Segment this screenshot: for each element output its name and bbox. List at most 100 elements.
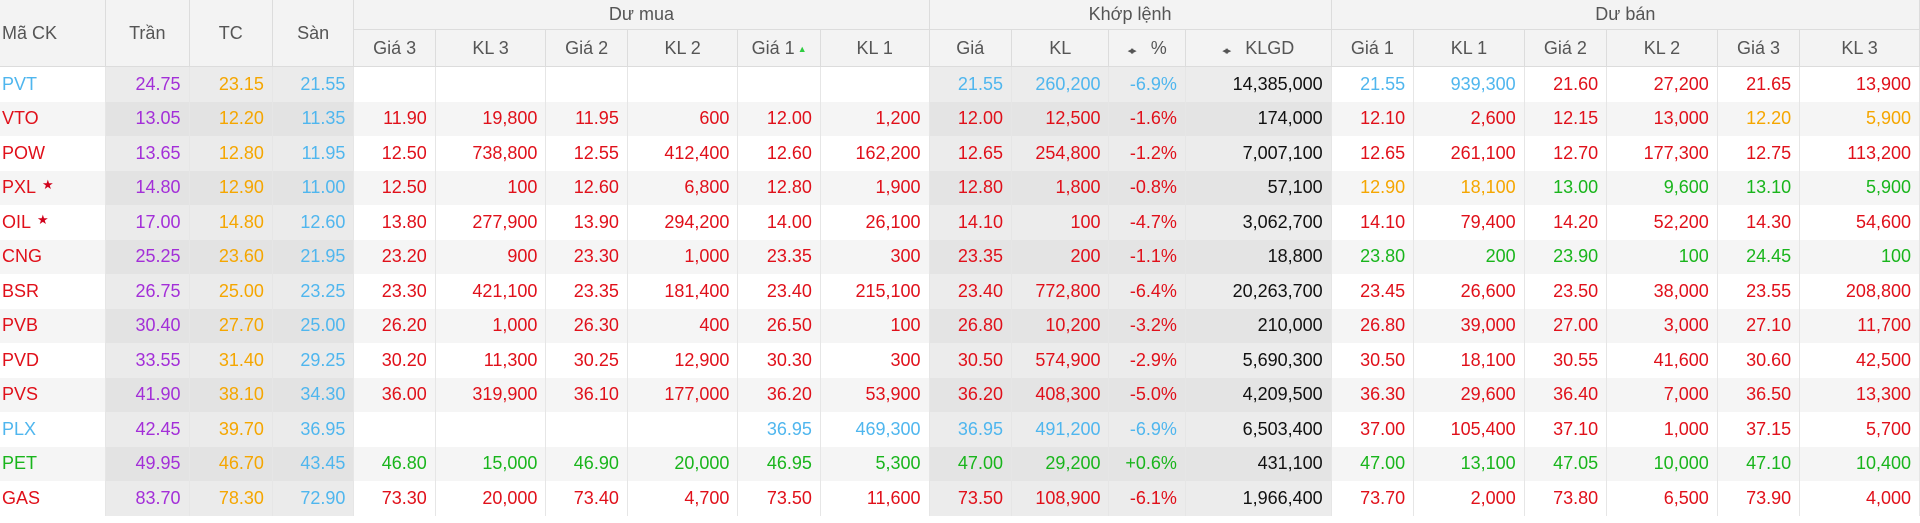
cell-floor[interactable]: 11.35: [272, 101, 355, 136]
cell-match-vol[interactable]: 408,300: [1011, 377, 1110, 412]
cell-match-total[interactable]: 6,503,400: [1185, 412, 1332, 447]
col-sell-price1-header[interactable]: Giá 1: [1331, 29, 1415, 67]
cell-buy-vol1[interactable]: 11,600: [820, 481, 930, 516]
cell-match-price[interactable]: 47.00: [929, 446, 1012, 481]
cell-sell-vol1[interactable]: 26,600: [1413, 274, 1525, 309]
cell-sell-price3[interactable]: 13.10: [1717, 170, 1801, 205]
cell-buy-vol1[interactable]: 53,900: [820, 377, 930, 412]
cell-sell-vol3[interactable]: 54,600: [1799, 205, 1920, 240]
cell-ceil[interactable]: 30.40: [105, 308, 190, 343]
cell-buy-vol3[interactable]: 20,000: [435, 481, 547, 516]
cell-buy-price1[interactable]: 23.40: [737, 274, 821, 309]
cell-sell-price3[interactable]: 12.75: [1717, 136, 1801, 171]
cell-buy-vol1[interactable]: [820, 66, 930, 102]
cell-sell-price2[interactable]: 21.60: [1524, 66, 1608, 102]
cell-buy-vol2[interactable]: 20,000: [627, 446, 739, 481]
cell-match-vol[interactable]: 260,200: [1011, 66, 1110, 102]
table-row[interactable]: PVD 33.55 31.40 29.25 30.20 11,300 30.25 12,900…: [0, 343, 1920, 378]
cell-sell-vol3[interactable]: 4,000: [1799, 481, 1920, 516]
cell-match-total[interactable]: 3,062,700: [1185, 205, 1332, 240]
cell-sell-vol1[interactable]: 261,100: [1413, 136, 1525, 171]
cell-sell-vol1[interactable]: 13,100: [1413, 446, 1525, 481]
cell-match-vol[interactable]: 254,800: [1011, 136, 1110, 171]
cell-buy-vol3[interactable]: 319,900: [435, 377, 547, 412]
cell-match-pct[interactable]: -3.2%: [1108, 308, 1186, 343]
cell-buy-price1[interactable]: [737, 66, 821, 102]
cell-sell-vol3[interactable]: 10,400: [1799, 446, 1920, 481]
cell-match-pct[interactable]: -1.2%: [1108, 136, 1186, 171]
cell-symbol[interactable]: GAS: [0, 481, 107, 516]
cell-sell-price3[interactable]: 47.10: [1717, 446, 1801, 481]
col-buy-price3-header[interactable]: Giá 3: [353, 29, 436, 67]
table-row[interactable]: OIL ★ 17.00 14.80 12.60 13.80 277,900 13.90 294,…: [0, 205, 1920, 240]
col-symbol-header[interactable]: Mã CK: [0, 0, 107, 67]
cell-sell-vol3[interactable]: 5,900: [1799, 101, 1920, 136]
col-match-price-header[interactable]: Giá: [929, 29, 1012, 67]
cell-floor[interactable]: 12.60: [272, 205, 355, 240]
cell-buy-price2[interactable]: 36.10: [545, 377, 628, 412]
cell-ceil[interactable]: 25.25: [105, 239, 190, 274]
cell-buy-vol3[interactable]: 738,800: [435, 136, 547, 171]
cell-sell-price1[interactable]: 12.90: [1331, 170, 1415, 205]
cell-sell-vol2[interactable]: 10,000: [1606, 446, 1718, 481]
cell-floor[interactable]: 21.55: [272, 66, 355, 102]
cell-sell-vol2[interactable]: 41,600: [1606, 343, 1718, 378]
col-match-total-header[interactable]: ◂▸ KLGD: [1185, 29, 1332, 67]
cell-buy-price1[interactable]: 36.95: [737, 412, 821, 447]
cell-sell-price2[interactable]: 13.00: [1524, 170, 1608, 205]
cell-match-total[interactable]: 7,007,100: [1185, 136, 1332, 171]
cell-sell-price1[interactable]: 26.80: [1331, 308, 1415, 343]
col-sell-price3-header[interactable]: Giá 3: [1717, 29, 1801, 67]
cell-sell-price3[interactable]: 21.65: [1717, 66, 1801, 102]
cell-sell-price1[interactable]: 12.10: [1331, 101, 1415, 136]
cell-sell-price2[interactable]: 73.80: [1524, 481, 1608, 516]
cell-buy-price1[interactable]: 12.60: [737, 136, 821, 171]
cell-buy-price1[interactable]: 26.50: [737, 308, 821, 343]
col-sell-vol1-header[interactable]: KL 1: [1413, 29, 1525, 67]
cell-buy-vol3[interactable]: 277,900: [435, 205, 547, 240]
cell-sell-price3[interactable]: 23.55: [1717, 274, 1801, 309]
cell-ceil[interactable]: 42.45: [105, 412, 190, 447]
cell-symbol[interactable]: VTO: [0, 101, 107, 136]
cell-match-vol[interactable]: 491,200: [1011, 412, 1110, 447]
col-buy-price2-header[interactable]: Giá 2: [545, 29, 628, 67]
cell-sell-vol1[interactable]: 200: [1413, 239, 1525, 274]
cell-match-pct[interactable]: -6.4%: [1108, 274, 1186, 309]
cell-buy-price2[interactable]: 23.35: [545, 274, 628, 309]
cell-match-price[interactable]: 23.35: [929, 239, 1012, 274]
cell-buy-price1[interactable]: 30.30: [737, 343, 821, 378]
cell-buy-vol3[interactable]: 100: [435, 170, 547, 205]
cell-buy-vol2[interactable]: 12,900: [627, 343, 739, 378]
cell-buy-price2[interactable]: 73.40: [545, 481, 628, 516]
cell-match-pct[interactable]: -5.0%: [1108, 377, 1186, 412]
cell-buy-vol3[interactable]: 1,000: [435, 308, 547, 343]
table-row[interactable]: PVT 24.75 23.15 21.55 21.55 260,200 -6.9% 14,38…: [0, 66, 1920, 102]
cell-buy-vol1[interactable]: 215,100: [820, 274, 930, 309]
cell-sell-vol2[interactable]: 100: [1606, 239, 1718, 274]
cell-buy-vol2[interactable]: 4,700: [627, 481, 739, 516]
cell-buy-price3[interactable]: 23.30: [353, 274, 436, 309]
cell-buy-vol2[interactable]: [627, 412, 739, 447]
cell-buy-price3[interactable]: [353, 66, 436, 102]
cell-match-price[interactable]: 36.95: [929, 412, 1012, 447]
cell-buy-vol3[interactable]: 421,100: [435, 274, 547, 309]
cell-sell-price3[interactable]: 73.90: [1717, 481, 1801, 516]
cell-sell-price2[interactable]: 36.40: [1524, 377, 1608, 412]
cell-buy-price3[interactable]: 26.20: [353, 308, 436, 343]
cell-sell-price2[interactable]: 23.50: [1524, 274, 1608, 309]
col-buy-price1-header[interactable]: Giá 1 ▲: [737, 29, 821, 67]
cell-buy-vol3[interactable]: [435, 412, 547, 447]
cell-match-vol[interactable]: 29,200: [1011, 446, 1110, 481]
cell-match-total[interactable]: 14,385,000: [1185, 66, 1332, 102]
cell-match-vol[interactable]: 772,800: [1011, 274, 1110, 309]
toggle-arrows-icon[interactable]: ◂▸: [1222, 45, 1231, 57]
cell-sell-vol3[interactable]: 13,900: [1799, 66, 1920, 102]
col-buy-vol1-header[interactable]: KL 1: [820, 29, 930, 67]
col-sell-vol2-header[interactable]: KL 2: [1606, 29, 1718, 67]
cell-buy-price1[interactable]: 14.00: [737, 205, 821, 240]
cell-sell-vol1[interactable]: 105,400: [1413, 412, 1525, 447]
cell-buy-price1[interactable]: 46.95: [737, 446, 821, 481]
cell-buy-vol2[interactable]: 412,400: [627, 136, 739, 171]
col-ref-header[interactable]: TC: [189, 0, 273, 67]
cell-buy-vol2[interactable]: 294,200: [627, 205, 739, 240]
